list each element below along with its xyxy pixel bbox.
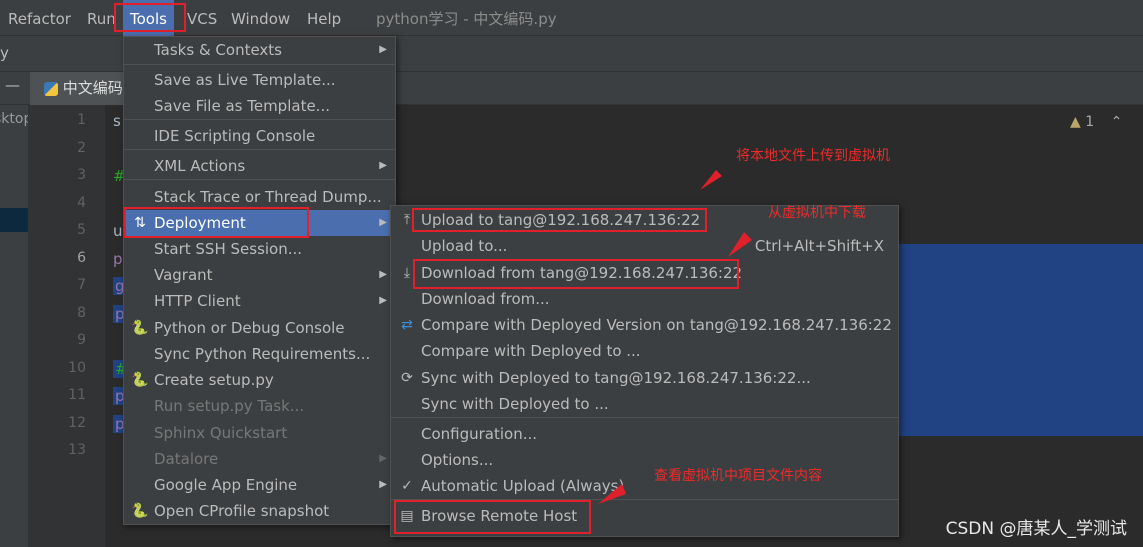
watermark: CSDN @唐某人_学测试 — [945, 519, 1127, 539]
arrow-upload — [700, 170, 722, 190]
annotation-arrows — [598, 170, 752, 504]
arrow-download — [728, 232, 752, 257]
arrow-browse — [598, 484, 626, 504]
